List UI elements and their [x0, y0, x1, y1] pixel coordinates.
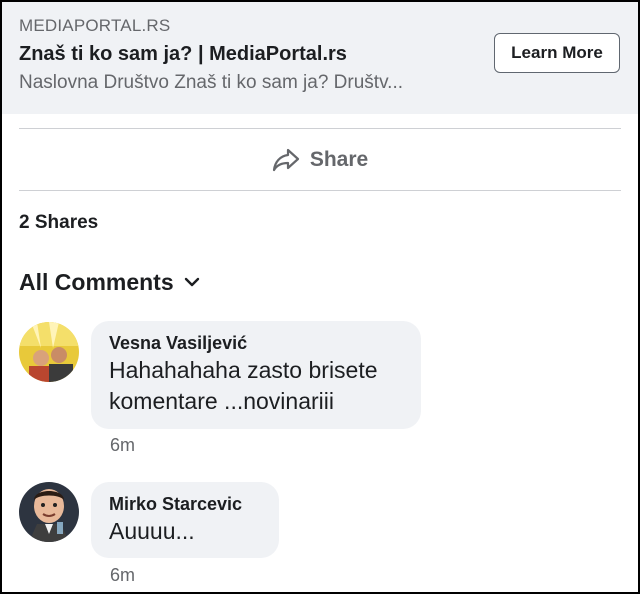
learn-more-button[interactable]: Learn More — [494, 33, 620, 73]
comment-text: komentare ...novinariii — [109, 388, 334, 414]
link-preview-description: Naslovna Društvo Znaš ti ko sam ja? Druš… — [19, 72, 403, 93]
divider — [19, 190, 621, 191]
divider — [19, 128, 621, 129]
comment-author[interactable]: Mirko Starcevic — [109, 492, 261, 516]
comment-text: Auuuu... — [109, 518, 195, 544]
comment-author[interactable]: Vesna Vasiljević — [109, 331, 403, 355]
share-label: Share — [309, 148, 369, 171]
chevron-down-icon — [184, 274, 200, 292]
all-comments-filter[interactable]: All Comments — [19, 269, 200, 296]
comment-timestamp[interactable]: 6m — [110, 435, 135, 456]
share-arrow-icon — [272, 147, 300, 173]
comment-bubble[interactable]: Vesna Vasiljević Hahahahaha zasto briset… — [91, 321, 421, 429]
link-preview-card[interactable]: MEDIAPORTAL.RS Znaš ti ko sam ja? | Medi… — [2, 2, 638, 114]
comment-text: Hahahahaha zasto brisete — [109, 357, 378, 383]
share-button[interactable]: Share — [2, 130, 638, 190]
avatar[interactable] — [19, 482, 79, 542]
avatar[interactable] — [19, 322, 79, 382]
comment-bubble[interactable]: Mirko Starcevic Auuuu... — [91, 482, 279, 558]
comment-timestamp[interactable]: 6m — [110, 565, 135, 586]
link-preview-domain: MEDIAPORTAL.RS — [19, 16, 171, 35]
shares-count[interactable]: 2 Shares — [19, 212, 98, 234]
post-detail-panel: MEDIAPORTAL.RS Znaš ti ko sam ja? | Medi… — [0, 0, 640, 594]
link-preview-title[interactable]: Znaš ti ko sam ja? | MediaPortal.rs — [19, 43, 347, 66]
all-comments-label: All Comments — [19, 269, 174, 295]
